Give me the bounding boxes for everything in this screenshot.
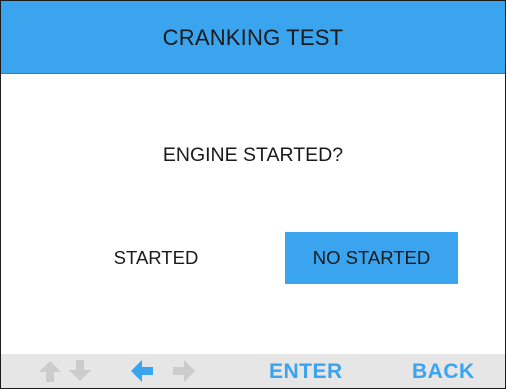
back-key[interactable]: BACK bbox=[412, 360, 475, 384]
page-title: CRANKING TEST bbox=[162, 25, 344, 50]
question-text: ENGINE STARTED? bbox=[162, 144, 344, 166]
arrow-right-icon[interactable] bbox=[171, 359, 195, 383]
arrow-down-icon[interactable] bbox=[68, 359, 92, 383]
enter-key[interactable]: ENTER bbox=[269, 360, 343, 384]
footer-keybar: ENTER BACK bbox=[1, 354, 505, 388]
option-no-started[interactable]: NO STARTED bbox=[285, 232, 458, 284]
option-started-label: STARTED bbox=[113, 247, 199, 268]
arrow-up-icon[interactable] bbox=[38, 359, 62, 383]
cranking-test-screen: CRANKING TEST ENGINE STARTED? STARTED NO… bbox=[0, 0, 506, 389]
arrow-left-icon[interactable] bbox=[129, 359, 153, 383]
header-bar: CRANKING TEST bbox=[1, 1, 505, 74]
option-no-started-label: NO STARTED bbox=[312, 247, 431, 268]
option-started[interactable]: STARTED bbox=[86, 232, 226, 284]
